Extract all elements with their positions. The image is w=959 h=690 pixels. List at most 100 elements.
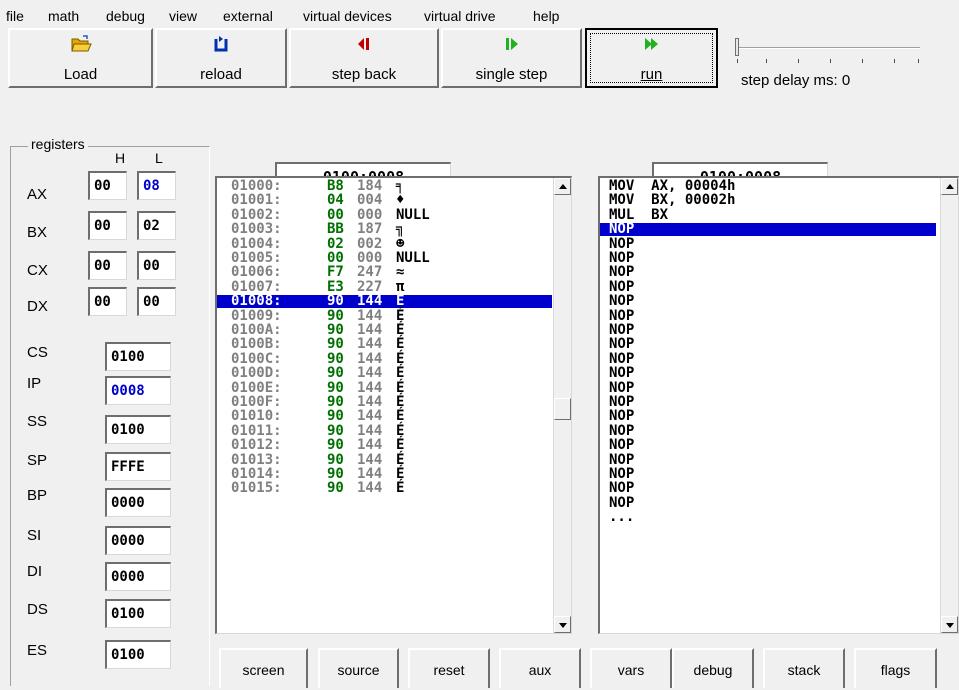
bx-low-field[interactable]: 02 [137, 211, 176, 240]
debug-button[interactable]: debug [672, 648, 754, 688]
disassembly-row[interactable]: NOP [600, 265, 936, 279]
run-button[interactable]: run [585, 28, 718, 88]
ax-low-field[interactable]: 08 [137, 171, 176, 200]
cs-field[interactable]: 0100 [105, 342, 171, 371]
memory-row[interactable]: 0100A: 90 144 É [217, 323, 552, 337]
menu-view[interactable]: view [169, 8, 197, 24]
step-delay-slider-thumb[interactable] [735, 38, 739, 56]
sp-field[interactable]: FFFE [105, 452, 171, 481]
flags-button[interactable]: flags [854, 648, 937, 688]
menu-virtual-drive[interactable]: virtual drive [424, 8, 496, 24]
disassembly-row[interactable]: NOP [600, 395, 936, 409]
memory-char: π [396, 278, 405, 295]
disassembly-row[interactable]: NOP [600, 280, 936, 294]
ip-field[interactable]: 0008 [105, 376, 171, 405]
si-field[interactable]: 0000 [105, 526, 171, 555]
step-delay-slider-track[interactable] [738, 47, 920, 49]
ds-field[interactable]: 0100 [105, 599, 171, 628]
menu-debug[interactable]: debug [106, 8, 145, 24]
memory-scrollbar[interactable] [553, 178, 571, 633]
aux-button[interactable]: aux [499, 648, 581, 688]
disassembly-row[interactable]: MUL BX [600, 208, 936, 222]
scroll-up-button[interactable] [941, 178, 958, 195]
memory-row[interactable]: 0100C: 90 144 É [217, 352, 552, 366]
memory-row[interactable]: 01010: 90 144 É [217, 409, 552, 423]
stack-button[interactable]: stack [763, 648, 845, 688]
menu-virtual-devices[interactable]: virtual devices [303, 8, 392, 24]
memory-row[interactable]: 01013: 90 144 É [217, 453, 552, 467]
reload-icon [157, 34, 285, 58]
memory-row[interactable]: 01014: 90 144 É [217, 467, 552, 481]
disassembly-row[interactable]: NOP [600, 381, 936, 395]
dx-high-field[interactable]: 00 [88, 287, 127, 316]
memory-row[interactable]: 0100F: 90 144 É [217, 395, 552, 409]
disassembly-row[interactable]: NOP [600, 467, 936, 481]
disassembly-row[interactable]: NOP [600, 251, 936, 265]
memory-row[interactable]: 01012: 90 144 É [217, 438, 552, 452]
disassembly-row[interactable]: NOP [600, 453, 936, 467]
cx-low-field[interactable]: 00 [137, 251, 176, 280]
memory-char: É [396, 293, 405, 310]
memory-row[interactable]: 0100E: 90 144 É [217, 381, 552, 395]
memory-row[interactable]: 0100B: 90 144 É [217, 336, 552, 353]
memory-row[interactable]: 0100D: 90 144 É [217, 366, 552, 380]
memory-row[interactable]: 01005: 00 000 NULL [217, 251, 552, 265]
disassembly-row[interactable]: NOP [600, 337, 936, 351]
es-field[interactable]: 0100 [105, 640, 171, 669]
bp-field[interactable]: 0000 [105, 488, 171, 517]
memory-row[interactable]: 01002: 00 000 NULL [217, 208, 552, 222]
menu-help[interactable]: help [533, 8, 559, 24]
disassembly-row[interactable]: NOP [600, 496, 936, 510]
source-button[interactable]: source [318, 648, 399, 688]
disassembly-row[interactable]: NOP [600, 309, 936, 323]
menu-external[interactable]: external [223, 8, 273, 24]
disassembly-row[interactable]: NOP [600, 222, 936, 237]
ss-field[interactable]: 0100 [105, 415, 171, 444]
memory-row[interactable]: 01006: F7 247 ≈ [217, 265, 552, 279]
memory-row[interactable]: 01004: 02 002 ☻ [217, 237, 552, 251]
scroll-down-button[interactable] [941, 616, 958, 633]
disassembly-row[interactable]: NOP [600, 366, 936, 380]
load-button[interactable]: Load [8, 28, 153, 88]
memory-dec: 144 [357, 336, 383, 353]
memory-row[interactable]: 01000: B8 184 ╕ [217, 179, 552, 193]
scroll-down-button[interactable] [554, 616, 571, 633]
disassembly-row[interactable]: ... [600, 510, 936, 524]
memory-row[interactable]: 01001: 04 004 ♦ [217, 193, 552, 207]
disassembly-row[interactable]: MOV AX, 00004h [600, 179, 936, 193]
disassembly-row[interactable]: NOP [600, 438, 936, 452]
disassembly-row[interactable]: NOP [600, 481, 936, 495]
memory-list[interactable]: 01000: B8 184 ╕ 01001: 04 004 ♦ 01002: 00 000 NULL 0… [215, 176, 572, 634]
disassembly-row[interactable]: NOP [600, 237, 936, 251]
ax-high-field[interactable]: 00 [88, 171, 127, 200]
memory-row[interactable]: 01003: BB 187 ╗ [217, 222, 552, 236]
reload-button[interactable]: reload [155, 28, 287, 88]
disassembly-row[interactable]: NOP [600, 424, 936, 438]
single-step-button[interactable]: single step [441, 28, 582, 88]
memory-row[interactable]: 01015: 90 144 É [217, 481, 552, 495]
disassembly-row[interactable]: NOP [600, 409, 936, 423]
scroll-thumb[interactable] [554, 398, 571, 420]
memory-row[interactable]: 01007: E3 227 π [217, 278, 552, 295]
dx-low-field[interactable]: 00 [137, 287, 176, 316]
disassembly-row[interactable]: NOP [600, 352, 936, 366]
menu-file[interactable]: file [6, 8, 24, 24]
disassembly-scrollbar[interactable] [940, 178, 958, 633]
reset-button[interactable]: reset [408, 648, 490, 688]
step-back-button[interactable]: step back [289, 28, 439, 88]
disassembly-row[interactable]: NOP [600, 323, 936, 337]
memory-hex: 90 [327, 336, 344, 353]
memory-row[interactable]: 01009: 90 144 É [217, 309, 552, 323]
cx-high-field[interactable]: 00 [88, 251, 127, 280]
scroll-up-button[interactable] [554, 178, 571, 195]
bx-high-field[interactable]: 00 [88, 211, 127, 240]
di-field[interactable]: 0000 [105, 562, 171, 591]
memory-row[interactable]: 01011: 90 144 É [217, 424, 552, 438]
vars-button[interactable]: vars [590, 648, 672, 688]
screen-button[interactable]: screen [219, 648, 308, 688]
disassembly-row[interactable]: MOV BX, 00002h [600, 193, 936, 207]
disassembly-list[interactable]: MOV AX, 00004h MOV BX, 00002h MUL BX NOP NOP… [598, 176, 959, 634]
menu-math[interactable]: math [48, 8, 79, 24]
memory-row[interactable]: 01008: 90 144 É [217, 293, 552, 310]
disassembly-row[interactable]: NOP [600, 294, 936, 308]
